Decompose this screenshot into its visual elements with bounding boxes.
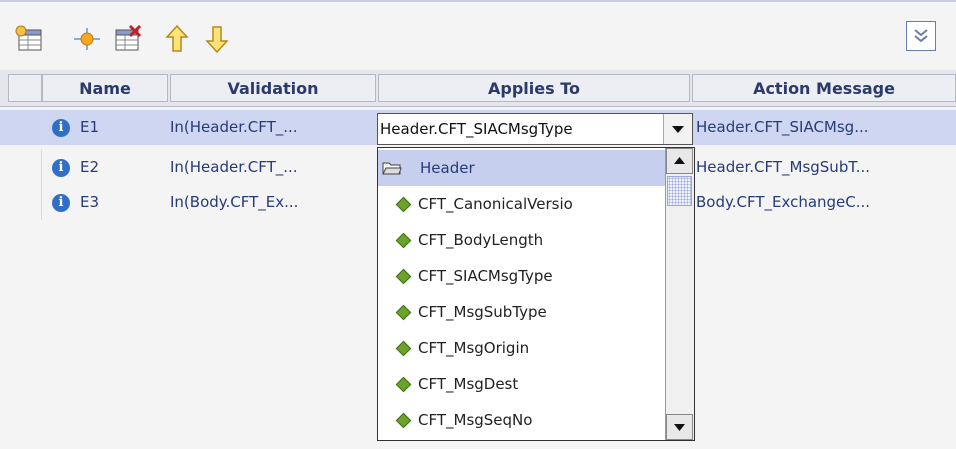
collapse-button[interactable] <box>906 21 936 51</box>
leaf-diamond-icon <box>395 340 412 357</box>
move-up-button[interactable] <box>160 22 194 56</box>
tree-leaf-label: CFT_CanonicalVersio <box>418 195 573 213</box>
column-header-validation[interactable]: Validation <box>170 74 376 102</box>
row-name: E1 <box>80 118 100 136</box>
tree-leaf-item[interactable]: CFT_MsgSubType <box>378 294 666 330</box>
delete-row-icon <box>115 24 142 51</box>
applies-to-combobox[interactable]: Header.CFT_SIACMsgType <box>377 113 693 145</box>
leaf-diamond-icon <box>395 412 412 429</box>
triangle-down-icon <box>674 424 685 431</box>
add-row-button[interactable] <box>13 22 47 56</box>
folder-open-icon <box>382 162 402 175</box>
row-validation[interactable]: In(Header.CFT_... <box>170 150 375 185</box>
tree-leaf-item[interactable]: CFT_SIACMsgType <box>378 258 666 294</box>
applies-to-dropdown-list[interactable]: Header CFT_CanonicalVersio CFT_BodyLengt… <box>377 147 695 441</box>
tree-leaf-item[interactable]: CFT_MsgDest <box>378 366 666 402</box>
leaf-diamond-icon <box>395 196 412 213</box>
info-icon: i <box>52 159 70 177</box>
grid-header: Name Validation Applies To Action Messag… <box>0 70 956 107</box>
row-name: E2 <box>80 158 100 176</box>
row-header[interactable] <box>8 185 42 220</box>
add-row-icon <box>15 25 42 51</box>
triangle-up-icon <box>674 157 685 164</box>
row-header[interactable] <box>8 150 42 185</box>
row-header-corner <box>8 74 42 102</box>
leaf-diamond-icon <box>395 232 412 249</box>
row-action-message[interactable]: Header.CFT_SIACMsg... <box>696 110 954 145</box>
row-validation[interactable]: In(Body.CFT_Ex... <box>170 185 375 220</box>
combobox-dropdown-button[interactable] <box>663 114 692 144</box>
tree-leaf-label: CFT_MsgSeqNo <box>418 411 533 429</box>
leaf-diamond-icon <box>395 304 412 321</box>
row-action-message[interactable]: Body.CFT_ExchangeC... <box>696 185 954 220</box>
tree-leaf-label: CFT_MsgDest <box>418 375 519 393</box>
scroll-down-button[interactable] <box>666 414 693 440</box>
row-header[interactable] <box>8 110 42 145</box>
column-header-action-message[interactable]: Action Message <box>692 74 956 102</box>
move-down-icon <box>205 26 229 54</box>
tree-leaf-item[interactable]: CFT_MsgOrigin <box>378 330 666 366</box>
move-up-icon <box>165 24 189 52</box>
add-child-button[interactable] <box>70 22 104 56</box>
tree-leaf-label: CFT_SIACMsgType <box>418 267 553 285</box>
leaf-diamond-icon <box>395 376 412 393</box>
leaf-diamond-icon <box>395 268 412 285</box>
info-icon: i <box>52 119 70 137</box>
tree-leaf-label: CFT_BodyLength <box>418 231 544 249</box>
tree-leaf-label: CFT_MsgOrigin <box>418 339 530 357</box>
scroll-thumb[interactable] <box>667 176 692 206</box>
column-header-name[interactable]: Name <box>42 74 168 102</box>
row-action-message[interactable]: Header.CFT_MsgSubT... <box>696 150 954 185</box>
applies-to-combobox-value[interactable]: Header.CFT_SIACMsgType <box>378 114 664 144</box>
collapse-icon <box>914 29 928 43</box>
triangle-down-icon <box>672 126 684 133</box>
tree-leaf-item[interactable]: CFT_BodyLength <box>378 222 666 258</box>
info-icon: i <box>52 194 70 212</box>
move-down-button[interactable] <box>200 22 234 56</box>
tree-group-header[interactable]: Header <box>378 150 666 186</box>
row-validation[interactable]: In(Header.CFT_... <box>170 110 375 145</box>
row-name: E3 <box>80 193 100 211</box>
toolbar <box>0 0 956 66</box>
tree-group-label: Header <box>420 159 475 177</box>
tree-leaf-item[interactable]: CFT_CanonicalVersio <box>378 186 666 222</box>
scroll-up-button[interactable] <box>666 148 693 174</box>
column-header-applies-to[interactable]: Applies To <box>378 74 690 102</box>
add-child-icon <box>74 28 100 50</box>
tree-leaf-item[interactable]: CFT_MsgSeqNo <box>378 402 666 438</box>
tree-leaf-label: CFT_MsgSubType <box>418 303 547 321</box>
dropdown-scrollbar[interactable] <box>665 148 694 440</box>
delete-row-button[interactable] <box>110 22 144 56</box>
